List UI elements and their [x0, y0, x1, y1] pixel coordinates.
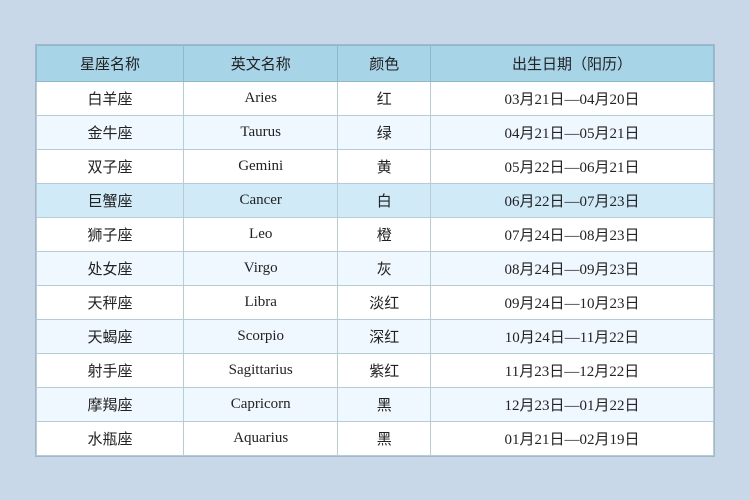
cell-chinese-name: 金牛座 — [37, 115, 184, 149]
cell-color: 绿 — [338, 115, 431, 149]
cell-color: 红 — [338, 81, 431, 115]
cell-dates: 10月24日—11月22日 — [430, 319, 713, 353]
cell-dates: 05月22日—06月21日 — [430, 149, 713, 183]
cell-chinese-name: 天秤座 — [37, 285, 184, 319]
cell-english-name: Virgo — [183, 251, 337, 285]
table-body: 白羊座Aries红03月21日—04月20日金牛座Taurus绿04月21日—0… — [37, 81, 714, 455]
cell-english-name: Aries — [183, 81, 337, 115]
header-chinese-name: 星座名称 — [37, 45, 184, 81]
table-row: 处女座Virgo灰08月24日—09月23日 — [37, 251, 714, 285]
zodiac-table: 星座名称 英文名称 颜色 出生日期（阳历） 白羊座Aries红03月21日—04… — [36, 45, 714, 456]
table-row: 巨蟹座Cancer白06月22日—07月23日 — [37, 183, 714, 217]
table-row: 摩羯座Capricorn黑12月23日—01月22日 — [37, 387, 714, 421]
cell-color: 黑 — [338, 421, 431, 455]
header-dates: 出生日期（阳历） — [430, 45, 713, 81]
cell-color: 淡红 — [338, 285, 431, 319]
table-row: 天蝎座Scorpio深红10月24日—11月22日 — [37, 319, 714, 353]
table-row: 射手座Sagittarius紫红11月23日—12月22日 — [37, 353, 714, 387]
cell-color: 黄 — [338, 149, 431, 183]
cell-color: 深红 — [338, 319, 431, 353]
cell-dates: 01月21日—02月19日 — [430, 421, 713, 455]
table-row: 金牛座Taurus绿04月21日—05月21日 — [37, 115, 714, 149]
table-row: 白羊座Aries红03月21日—04月20日 — [37, 81, 714, 115]
cell-color: 橙 — [338, 217, 431, 251]
table-row: 狮子座Leo橙07月24日—08月23日 — [37, 217, 714, 251]
cell-dates: 03月21日—04月20日 — [430, 81, 713, 115]
cell-english-name: Cancer — [183, 183, 337, 217]
cell-color: 白 — [338, 183, 431, 217]
table-row: 天秤座Libra淡红09月24日—10月23日 — [37, 285, 714, 319]
cell-english-name: Sagittarius — [183, 353, 337, 387]
cell-chinese-name: 射手座 — [37, 353, 184, 387]
header-english-name: 英文名称 — [183, 45, 337, 81]
cell-dates: 07月24日—08月23日 — [430, 217, 713, 251]
table-row: 水瓶座Aquarius黑01月21日—02月19日 — [37, 421, 714, 455]
header-color: 颜色 — [338, 45, 431, 81]
cell-english-name: Capricorn — [183, 387, 337, 421]
cell-chinese-name: 处女座 — [37, 251, 184, 285]
cell-chinese-name: 水瓶座 — [37, 421, 184, 455]
table-header-row: 星座名称 英文名称 颜色 出生日期（阳历） — [37, 45, 714, 81]
cell-chinese-name: 摩羯座 — [37, 387, 184, 421]
cell-dates: 08月24日—09月23日 — [430, 251, 713, 285]
cell-chinese-name: 巨蟹座 — [37, 183, 184, 217]
cell-chinese-name: 双子座 — [37, 149, 184, 183]
cell-dates: 04月21日—05月21日 — [430, 115, 713, 149]
cell-dates: 12月23日—01月22日 — [430, 387, 713, 421]
cell-english-name: Gemini — [183, 149, 337, 183]
cell-english-name: Taurus — [183, 115, 337, 149]
cell-english-name: Leo — [183, 217, 337, 251]
cell-english-name: Aquarius — [183, 421, 337, 455]
zodiac-table-container: 星座名称 英文名称 颜色 出生日期（阳历） 白羊座Aries红03月21日—04… — [35, 44, 715, 457]
table-row: 双子座Gemini黄05月22日—06月21日 — [37, 149, 714, 183]
cell-color: 灰 — [338, 251, 431, 285]
cell-chinese-name: 狮子座 — [37, 217, 184, 251]
cell-chinese-name: 白羊座 — [37, 81, 184, 115]
cell-chinese-name: 天蝎座 — [37, 319, 184, 353]
cell-english-name: Libra — [183, 285, 337, 319]
cell-english-name: Scorpio — [183, 319, 337, 353]
cell-dates: 06月22日—07月23日 — [430, 183, 713, 217]
cell-color: 紫红 — [338, 353, 431, 387]
cell-dates: 09月24日—10月23日 — [430, 285, 713, 319]
cell-dates: 11月23日—12月22日 — [430, 353, 713, 387]
cell-color: 黑 — [338, 387, 431, 421]
